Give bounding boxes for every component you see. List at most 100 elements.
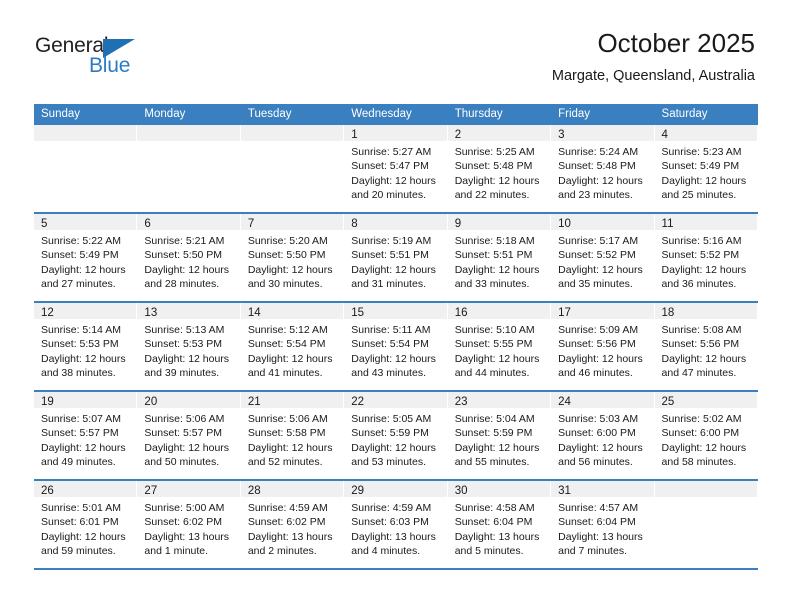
day-number: 21 <box>247 396 261 408</box>
day-cell[interactable]: 16 Sunrise: 5:10 AM Sunset: 5:55 PM Dayligh… <box>447 303 552 390</box>
day-cell[interactable]: 20 Sunrise: 5:06 AM Sunset: 5:57 PM Dayligh… <box>137 392 241 479</box>
daylight-duration-line2: and 50 minutes. <box>144 456 220 469</box>
day-number: 11 <box>661 218 674 230</box>
weekday-header-thursday: Thursday <box>454 108 503 120</box>
day-number-band: 27 <box>137 481 240 497</box>
day-number-band: 22 <box>344 392 447 408</box>
day-cell[interactable]: 26 Sunrise: 5:01 AM Sunset: 6:01 PM Dayligh… <box>34 481 138 568</box>
sunset-time: Sunset: 5:57 PM <box>144 427 223 440</box>
day-number-band: 18 <box>654 303 757 319</box>
sunrise-time: Sunrise: 4:58 AM <box>454 502 535 514</box>
daylight-duration-line1: Daylight: 12 hours <box>247 441 333 454</box>
day-cell-empty <box>34 125 138 212</box>
day-number-band <box>654 481 757 497</box>
day-number: 17 <box>558 307 571 319</box>
day-cell[interactable]: 19 Sunrise: 5:07 AM Sunset: 5:57 PM Dayligh… <box>34 392 138 479</box>
sunrise-time: Sunrise: 4:57 AM <box>558 502 639 514</box>
sunset-time: Sunset: 5:56 PM <box>661 338 740 351</box>
daylight-duration-line1: Daylight: 13 hours <box>558 530 643 543</box>
sunrise-time: Sunrise: 5:18 AM <box>454 235 535 247</box>
daylight-duration-line1: Daylight: 12 hours <box>454 263 540 276</box>
day-number: 10 <box>558 218 571 230</box>
daylight-duration-line1: Daylight: 12 hours <box>454 352 540 365</box>
day-number: 5 <box>41 218 48 230</box>
day-cell[interactable]: 22 Sunrise: 5:05 AM Sunset: 5:59 PM Dayligh… <box>344 392 448 479</box>
sunset-time: Sunset: 5:48 PM <box>454 160 533 173</box>
sunrise-time: Sunrise: 5:14 AM <box>41 324 121 336</box>
day-cell[interactable]: 27 Sunrise: 5:00 AM Sunset: 6:02 PM Dayligh… <box>137 481 241 568</box>
daylight-duration-line2: and 27 minutes. <box>41 278 116 291</box>
sunrise-time: Sunrise: 5:06 AM <box>247 413 328 425</box>
day-details: Sunrise: 5:27 AM Sunset: 5:47 PM Daylight:… <box>344 141 446 203</box>
weeks-container: 1 Sunrise: 5:27 AM Sunset: 5:47 PM Daylight… <box>34 125 758 570</box>
day-cell[interactable]: 17 Sunrise: 5:09 AM Sunset: 5:56 PM Dayligh… <box>551 303 655 390</box>
sunset-time: Sunset: 6:04 PM <box>454 516 533 529</box>
day-details: Sunrise: 5:00 AM Sunset: 6:02 PM Daylight:… <box>137 497 239 559</box>
day-number: 31 <box>558 485 571 497</box>
day-cell[interactable]: 25 Sunrise: 5:02 AM Sunset: 6:00 PM Dayligh… <box>654 392 758 479</box>
sunset-time: Sunset: 5:49 PM <box>41 249 119 262</box>
day-cell[interactable]: 15 Sunrise: 5:11 AM Sunset: 5:54 PM Dayligh… <box>344 303 448 390</box>
sunset-time: Sunset: 5:48 PM <box>558 160 636 173</box>
day-details: Sunrise: 5:19 AM Sunset: 5:51 PM Daylight:… <box>344 230 446 292</box>
daylight-duration-line2: and 49 minutes. <box>41 456 116 469</box>
day-details: Sunrise: 5:06 AM Sunset: 5:58 PM Daylight:… <box>241 408 343 470</box>
sunset-time: Sunset: 6:01 PM <box>41 516 119 529</box>
day-number: 4 <box>661 129 668 141</box>
day-cell[interactable]: 1 Sunrise: 5:27 AM Sunset: 5:47 PM Daylight… <box>344 125 448 212</box>
sunset-time: Sunset: 5:50 PM <box>247 249 326 262</box>
day-cell[interactable]: 23 Sunrise: 5:04 AM Sunset: 5:59 PM Dayligh… <box>447 392 552 479</box>
daylight-duration-line2: and 53 minutes. <box>351 456 426 469</box>
day-cell[interactable]: 4 Sunrise: 5:23 AM Sunset: 5:49 PM Daylight… <box>654 125 758 212</box>
sunrise-time: Sunrise: 5:04 AM <box>454 413 535 425</box>
daylight-duration-line2: and 35 minutes. <box>558 278 633 291</box>
day-cell[interactable]: 10 Sunrise: 5:17 AM Sunset: 5:52 PM Dayligh… <box>551 214 655 301</box>
day-number-band: 3 <box>551 125 654 141</box>
day-cell[interactable]: 31 Sunrise: 4:57 AM Sunset: 6:04 PM Dayligh… <box>551 481 655 568</box>
day-cell[interactable]: 5 Sunrise: 5:22 AM Sunset: 5:49 PM Daylight… <box>34 214 138 301</box>
day-number-band: 15 <box>344 303 447 319</box>
day-cell[interactable]: 7 Sunrise: 5:20 AM Sunset: 5:50 PM Daylight… <box>240 214 345 301</box>
day-number-band <box>137 125 240 141</box>
page-title: October 2025 <box>597 28 755 58</box>
day-number: 28 <box>247 485 261 497</box>
day-number: 7 <box>247 218 255 230</box>
daylight-duration-line2: and 36 minutes. <box>661 278 737 291</box>
day-number: 20 <box>144 396 158 408</box>
day-number-band <box>240 125 344 141</box>
day-number: 30 <box>454 485 468 497</box>
day-cell[interactable]: 11 Sunrise: 5:16 AM Sunset: 5:52 PM Dayligh… <box>654 214 758 301</box>
day-cell[interactable]: 2 Sunrise: 5:25 AM Sunset: 5:48 PM Daylight… <box>447 125 552 212</box>
day-cell[interactable]: 18 Sunrise: 5:08 AM Sunset: 5:56 PM Dayligh… <box>654 303 758 390</box>
day-details: Sunrise: 4:59 AM Sunset: 6:02 PM Daylight:… <box>241 497 343 559</box>
day-cell[interactable]: 21 Sunrise: 5:06 AM Sunset: 5:58 PM Dayligh… <box>240 392 345 479</box>
day-details: Sunrise: 5:02 AM Sunset: 6:00 PM Daylight:… <box>655 408 757 470</box>
weekday-header-row: Sunday Monday Tuesday Wednesday Thursday… <box>34 104 758 125</box>
sunrise-time: Sunrise: 5:17 AM <box>558 235 639 247</box>
daylight-duration-line1: Daylight: 12 hours <box>351 174 436 187</box>
sunrise-time: Sunrise: 5:24 AM <box>558 146 639 158</box>
weekday-header-sunday: Sunday <box>41 108 81 120</box>
day-cell[interactable]: 3 Sunrise: 5:24 AM Sunset: 5:48 PM Daylight… <box>551 125 655 212</box>
day-number-band: 23 <box>447 392 551 408</box>
day-cell[interactable]: 14 Sunrise: 5:12 AM Sunset: 5:54 PM Dayligh… <box>240 303 345 390</box>
daylight-duration-line1: Daylight: 12 hours <box>144 263 230 276</box>
day-cell[interactable]: 24 Sunrise: 5:03 AM Sunset: 6:00 PM Dayligh… <box>551 392 655 479</box>
day-cell[interactable]: 28 Sunrise: 4:59 AM Sunset: 6:02 PM Dayligh… <box>240 481 345 568</box>
day-cell[interactable]: 13 Sunrise: 5:13 AM Sunset: 5:53 PM Dayligh… <box>137 303 241 390</box>
day-cell[interactable]: 9 Sunrise: 5:18 AM Sunset: 5:51 PM Daylight… <box>447 214 552 301</box>
day-number-band: 2 <box>447 125 551 141</box>
day-number: 22 <box>351 396 365 408</box>
daylight-duration-line1: Daylight: 12 hours <box>454 441 540 454</box>
day-cell[interactable]: 8 Sunrise: 5:19 AM Sunset: 5:51 PM Daylight… <box>344 214 448 301</box>
day-cell[interactable]: 30 Sunrise: 4:58 AM Sunset: 6:04 PM Dayligh… <box>447 481 552 568</box>
day-details: Sunrise: 4:58 AM Sunset: 6:04 PM Daylight:… <box>448 497 550 559</box>
day-cell[interactable]: 29 Sunrise: 4:59 AM Sunset: 6:03 PM Dayligh… <box>344 481 448 568</box>
daylight-duration-line1: Daylight: 12 hours <box>351 441 436 454</box>
day-number: 15 <box>351 307 365 319</box>
day-cell[interactable]: 6 Sunrise: 5:21 AM Sunset: 5:50 PM Daylight… <box>137 214 241 301</box>
sunset-time: Sunset: 6:02 PM <box>247 516 326 529</box>
daylight-duration-line1: Daylight: 12 hours <box>351 263 436 276</box>
day-cell[interactable]: 12 Sunrise: 5:14 AM Sunset: 5:53 PM Dayligh… <box>34 303 138 390</box>
calendar-grid: Sunday Monday Tuesday Wednesday Thursday… <box>34 104 758 570</box>
